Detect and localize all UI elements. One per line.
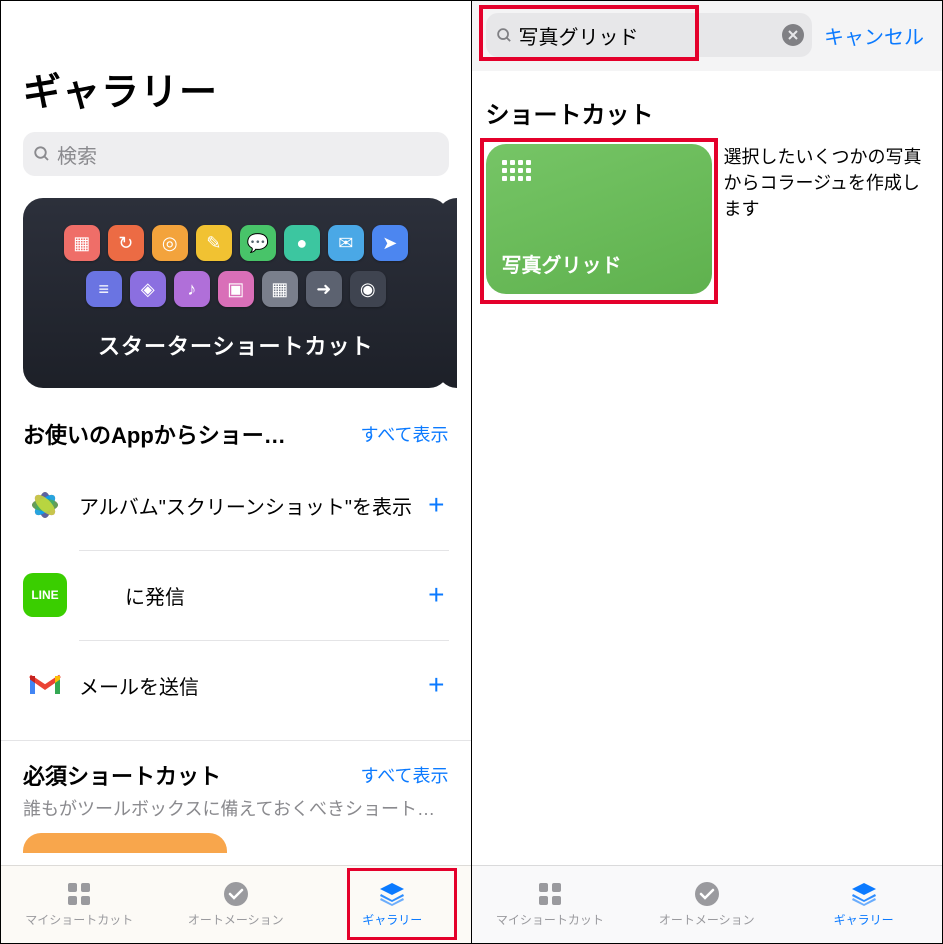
starter-icon: ◉ — [350, 271, 386, 307]
app-shortcut-row-gmail[interactable]: メールを送信 + — [23, 640, 449, 730]
gallery-scroll[interactable]: ギャラリー 検索 ▦↻◎✎💬●✉➤ ≡◈♪▣▦➜◉ スターターショートカット お… — [1, 1, 471, 865]
search-header: 写真グリッド キャンセル — [472, 1, 943, 71]
result-card-title: 写真グリッド — [502, 249, 696, 278]
grid-icon — [502, 160, 696, 181]
results-section-title: ショートカット — [486, 95, 929, 130]
section-description: 誰もがツールボックスに備えておくべきショート… — [23, 795, 449, 821]
app-shortcut-list: アルバム"スクリーンショット"を表示 + LINE xxxx に発信 + — [23, 460, 449, 730]
starter-shortcuts-card[interactable]: ▦↻◎✎💬●✉➤ ≡◈♪▣▦➜◉ スターターショートカット — [23, 198, 449, 388]
line-app-icon: LINE — [23, 573, 67, 617]
starter-icon: ▣ — [218, 271, 254, 307]
see-all-link[interactable]: すべて表示 — [360, 421, 448, 447]
starter-icon: ♪ — [174, 271, 210, 307]
grid-icon — [64, 881, 94, 907]
section-title: 必須ショートカット — [23, 759, 221, 791]
essential-shortcut-card-peek[interactable] — [23, 833, 227, 853]
layers-icon — [377, 881, 407, 907]
cancel-button[interactable]: キャンセル — [824, 21, 928, 50]
starter-icon: ▦ — [262, 271, 298, 307]
starter-icon: ✎ — [196, 225, 232, 261]
add-shortcut-button[interactable]: + — [428, 579, 448, 611]
starter-icon: ◎ — [152, 225, 188, 261]
gmail-app-icon — [23, 663, 67, 707]
shortcut-result-card[interactable]: 写真グリッド — [486, 144, 712, 294]
clear-search-button[interactable] — [782, 24, 804, 46]
tab-gallery[interactable]: ギャラリー — [314, 866, 471, 943]
photos-app-icon — [23, 483, 67, 527]
starter-card-title: スターターショートカット — [98, 329, 374, 361]
app-shortcut-label: アルバム"スクリーンショット"を表示 — [79, 491, 428, 520]
add-shortcut-button[interactable]: + — [428, 489, 448, 521]
add-shortcut-button[interactable]: + — [428, 669, 448, 701]
tab-gallery[interactable]: ギャラリー — [785, 866, 942, 943]
clock-check-icon — [692, 881, 722, 907]
starter-icon: ▦ — [64, 225, 100, 261]
clock-check-icon — [221, 881, 251, 907]
app-shortcut-row-line[interactable]: LINE xxxx に発信 + — [23, 550, 449, 640]
page-title: ギャラリー — [23, 61, 449, 116]
section-from-apps-header: お使いのAppからショー… すべて表示 — [23, 418, 449, 450]
starter-icon: ➜ — [306, 271, 342, 307]
search-input[interactable]: 検索 — [23, 132, 449, 176]
starter-icon: ✉ — [328, 225, 364, 261]
starter-icon: ◈ — [130, 271, 166, 307]
search-placeholder: 検索 — [57, 140, 97, 169]
app-shortcut-label: メールを送信 — [79, 671, 428, 700]
starter-icon: ● — [284, 225, 320, 261]
search-input[interactable]: 写真グリッド — [486, 13, 813, 57]
tab-bar: マイショートカット オートメーション ギャラリー — [472, 865, 943, 943]
result-row: 写真グリッド 選択したいくつかの写真からコラージュを作成します — [486, 144, 929, 294]
starter-icon: ➤ — [372, 225, 408, 261]
gallery-screen: ギャラリー 検索 ▦↻◎✎💬●✉➤ ≡◈♪▣▦➜◉ スターターショートカット お… — [1, 1, 472, 943]
tab-my-shortcuts[interactable]: マイショートカット — [472, 866, 629, 943]
section-essential-header: 必須ショートカット すべて表示 — [23, 759, 449, 791]
tab-bar: マイショートカット オートメーション ギャラリー — [1, 865, 471, 943]
search-icon — [33, 145, 51, 163]
see-all-link[interactable]: すべて表示 — [360, 762, 448, 788]
starter-icon: ↻ — [108, 225, 144, 261]
starter-wrap: ▦↻◎✎💬●✉➤ ≡◈♪▣▦➜◉ スターターショートカット — [23, 198, 449, 388]
starter-icon: ≡ — [86, 271, 122, 307]
search-value: 写真グリッド — [519, 21, 803, 50]
starter-card-next-peek[interactable] — [437, 198, 457, 388]
search-results-body: ショートカット 写真グリッド 選択したいくつかの写真からコラージュを作成します — [472, 71, 943, 865]
search-icon — [496, 27, 513, 44]
starter-icon: 💬 — [240, 225, 276, 261]
tab-automation[interactable]: オートメーション — [628, 866, 785, 943]
search-results-screen: 写真グリッド キャンセル ショートカット 写真グリッド 選択したいくつかの写真か… — [472, 1, 943, 943]
tab-automation[interactable]: オートメーション — [158, 866, 315, 943]
starter-icon-grid: ▦↻◎✎💬●✉➤ ≡◈♪▣▦➜◉ — [64, 225, 408, 307]
section-title: お使いのAppからショー… — [23, 418, 286, 450]
app-shortcut-label: xxxx に発信 — [79, 581, 428, 610]
grid-icon — [535, 881, 565, 907]
result-description: 選択したいくつかの写真からコラージュを作成します — [724, 144, 929, 222]
app-shortcut-row-photos[interactable]: アルバム"スクリーンショット"を表示 + — [23, 460, 449, 550]
layers-icon — [849, 881, 879, 907]
tab-my-shortcuts[interactable]: マイショートカット — [1, 866, 158, 943]
